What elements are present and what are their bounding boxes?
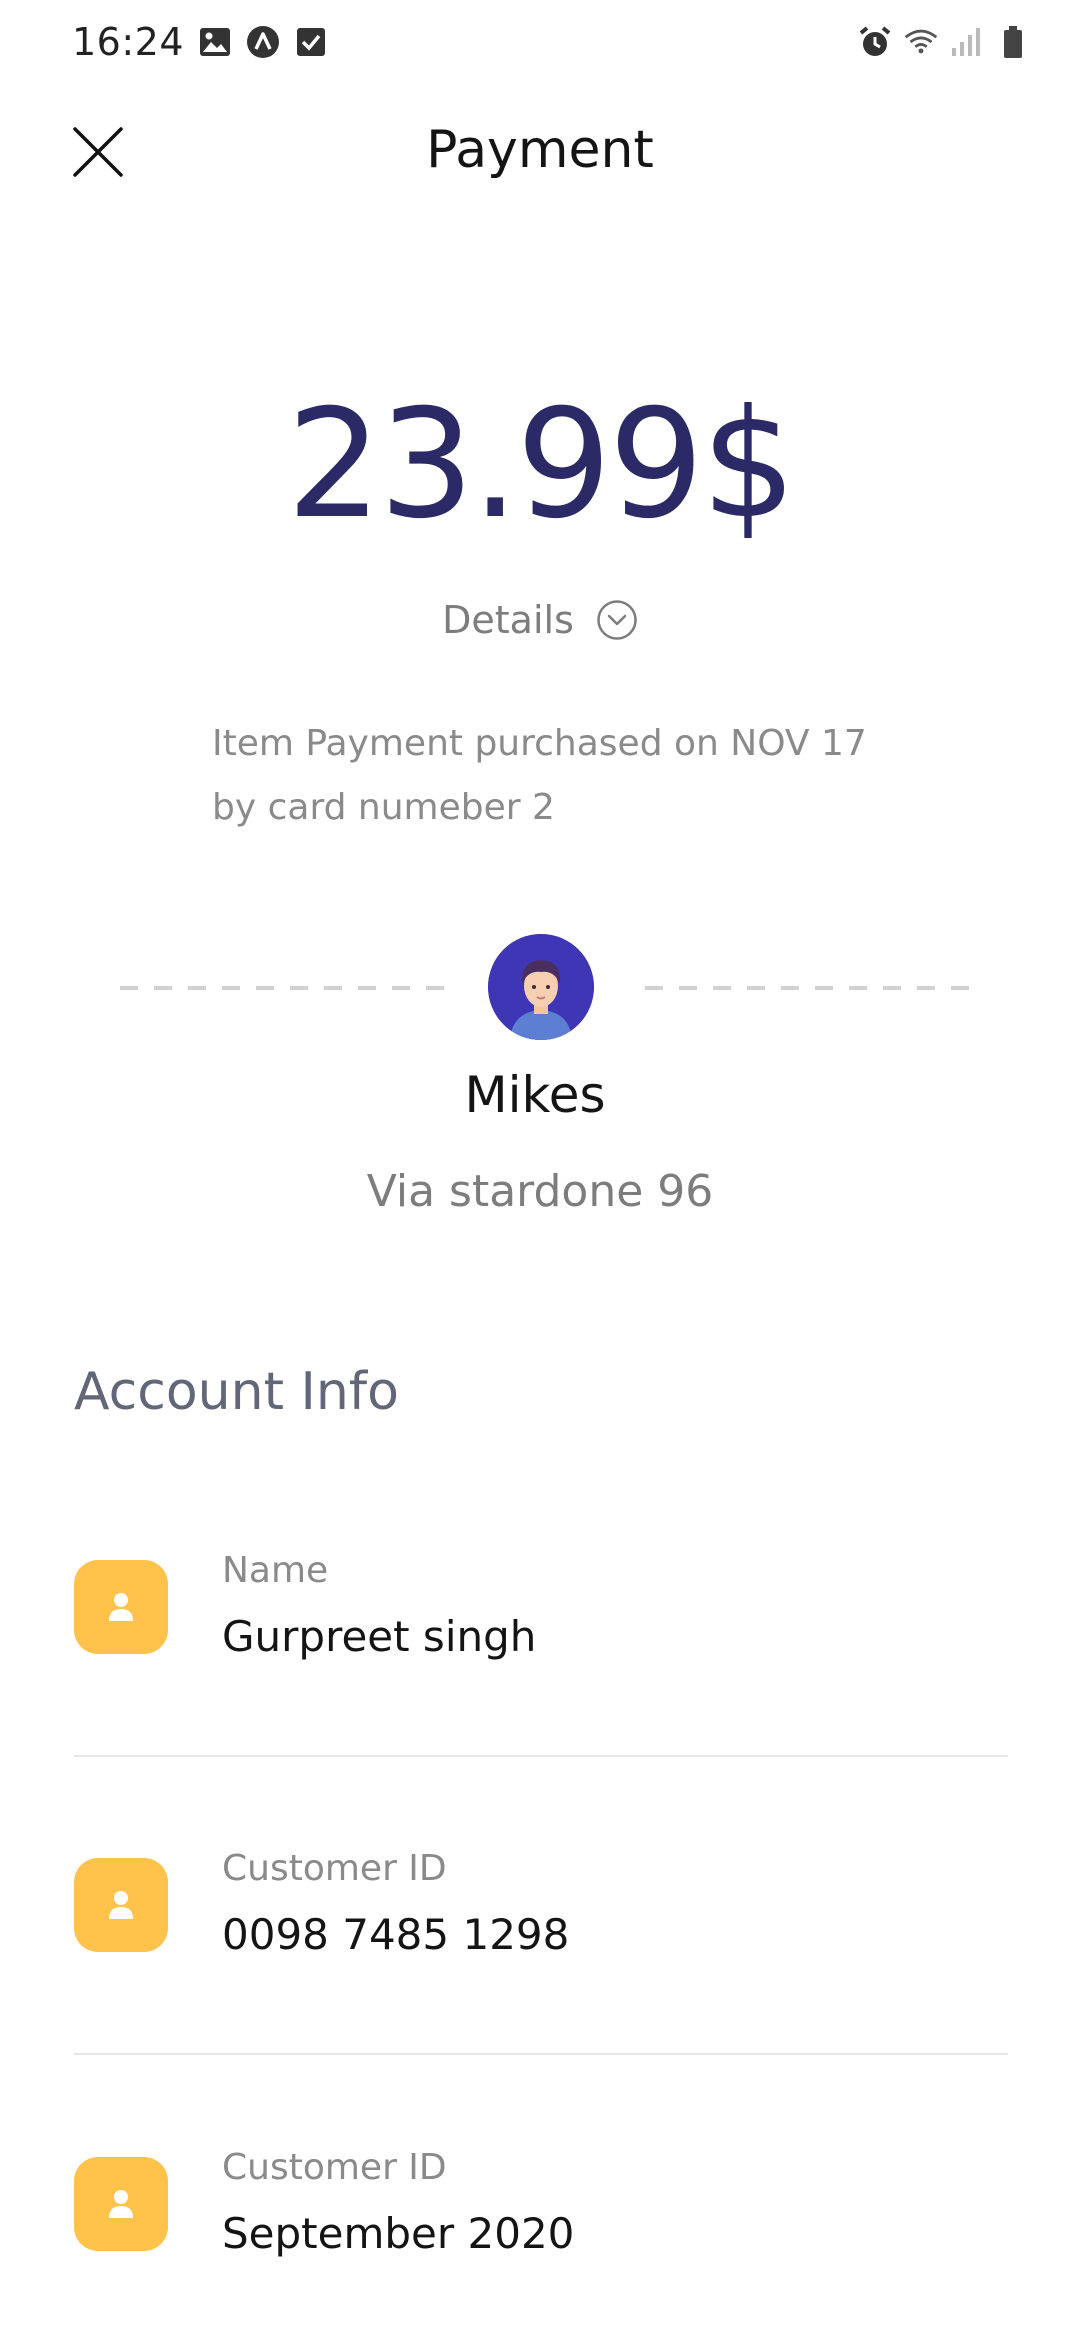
alarm-icon: [858, 25, 892, 59]
app-icon: [246, 25, 280, 59]
info-value: September 2020: [222, 2209, 575, 2258]
details-label: Details: [442, 598, 574, 642]
info-value: Gurpreet singh: [222, 1612, 537, 1661]
payment-screen: 16:24 Payment 23.99$ Details Item Paymen…: [0, 0, 1080, 2340]
account-info-title: Account Info: [74, 1362, 399, 1422]
info-label: Name: [222, 1550, 329, 1591]
divider-dashed-left: [120, 986, 450, 990]
checkbox-icon: [294, 25, 328, 59]
user-icon: [74, 2157, 168, 2251]
account-info-row-date: Customer ID September 2020: [74, 2147, 1008, 2297]
image-icon: [198, 25, 232, 59]
avatar: [488, 934, 594, 1040]
page-title: Payment: [426, 120, 654, 180]
payment-amount: 23.99$: [286, 378, 797, 552]
divider-dashed-right: [645, 986, 975, 990]
status-bar: 16:24: [0, 0, 1080, 84]
info-value: 0098 7485 1298: [222, 1910, 570, 1959]
wifi-icon: [904, 25, 938, 59]
account-info-row-customer-id: Customer ID 0098 7485 1298: [74, 1848, 1008, 1998]
status-left: 16:24: [72, 20, 328, 64]
account-info-row-name: Name Gurpreet singh: [74, 1550, 1008, 1700]
divider: [74, 1755, 1008, 1757]
recipient-address: Via stardone 96: [366, 1166, 714, 1217]
recipient-name: Mikes: [464, 1066, 606, 1124]
details-toggle[interactable]: Details: [0, 598, 1080, 642]
signal-icon: [950, 25, 984, 59]
user-icon: [74, 1560, 168, 1654]
user-icon: [74, 1858, 168, 1952]
battery-icon: [996, 25, 1030, 59]
chevron-down-circle-icon: [597, 600, 637, 640]
status-right: [858, 25, 1030, 59]
payment-description: Item Payment purchased on NOV 17 by card…: [212, 723, 867, 828]
status-time: 16:24: [72, 20, 185, 64]
info-label: Customer ID: [222, 1848, 447, 1889]
header: Payment: [0, 108, 1080, 198]
info-label: Customer ID: [222, 2147, 447, 2188]
divider: [74, 2053, 1008, 2055]
